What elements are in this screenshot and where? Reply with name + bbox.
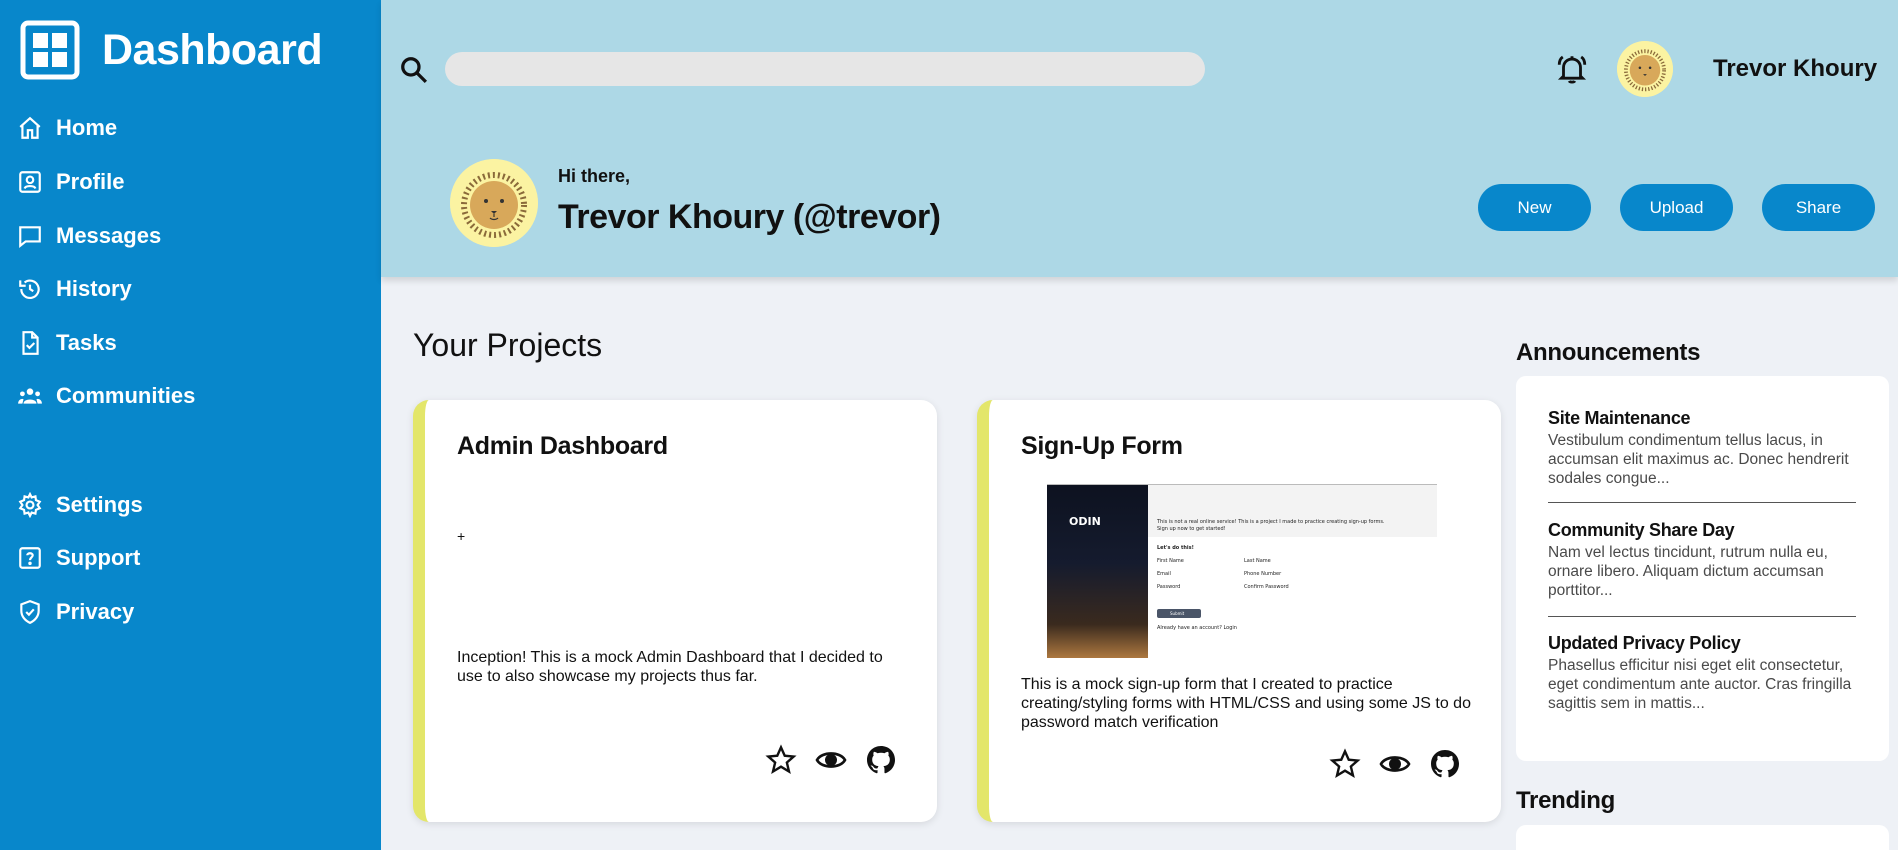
divider xyxy=(1548,616,1856,617)
star-icon[interactable] xyxy=(1329,748,1361,780)
header: Trevor Khoury Hi there, Trevor Khoury (@… xyxy=(381,0,1898,277)
thumbnail-submit: Submit xyxy=(1157,609,1201,618)
announcement-body: Vestibulum condimentum tellus lacus, in … xyxy=(1548,432,1849,487)
trending-title: Trending xyxy=(1516,787,1615,814)
sidebar: Dashboard Home Profile Messages History … xyxy=(0,0,381,850)
tasks-icon xyxy=(16,329,44,357)
eye-icon[interactable] xyxy=(1379,748,1411,780)
thumbnail-logo: ODIN xyxy=(1069,515,1101,528)
upload-button[interactable]: Upload xyxy=(1620,184,1733,231)
sidebar-item-label: Communities xyxy=(56,383,196,408)
announcement-item[interactable]: Updated Privacy Policy Phasellus efficit… xyxy=(1548,633,1856,713)
trending-panel xyxy=(1516,825,1889,850)
thumbnail-intro: This is not a real online service! This … xyxy=(1157,519,1385,525)
sidebar-item-support[interactable]: Support xyxy=(16,538,140,578)
messages-icon xyxy=(16,222,44,250)
announcement-title: Updated Privacy Policy xyxy=(1548,633,1741,653)
greeting: Hi there, xyxy=(558,166,631,186)
settings-icon xyxy=(16,491,44,519)
thumbnail-field: Phone Number xyxy=(1244,571,1282,577)
sidebar-item-profile[interactable]: Profile xyxy=(16,162,124,202)
announcement-item[interactable]: Community Share Day Nam vel lectus tinci… xyxy=(1548,520,1856,600)
sidebar-item-label: History xyxy=(56,276,132,301)
announcement-title: Community Share Day xyxy=(1548,520,1735,540)
sidebar-item-privacy[interactable]: Privacy xyxy=(16,592,134,632)
star-icon[interactable] xyxy=(765,744,797,776)
search-icon[interactable] xyxy=(399,55,429,85)
announcement-item[interactable]: Site Maintenance Vestibulum condimentum … xyxy=(1548,408,1856,488)
new-button[interactable]: New xyxy=(1478,184,1591,231)
support-icon xyxy=(16,544,44,572)
project-title: Admin Dashboard xyxy=(457,432,668,460)
project-thumbnail[interactable]: ODIN This is not a real online service! … xyxy=(1047,484,1437,658)
project-title: Sign-Up Form xyxy=(1021,432,1183,460)
project-card: Admin Dashboard + Inception! This is a m… xyxy=(413,400,937,822)
github-icon[interactable] xyxy=(1429,748,1461,780)
history-icon xyxy=(16,275,44,303)
search-input[interactable] xyxy=(445,52,1205,86)
lion-avatar-icon xyxy=(1617,41,1673,97)
avatar[interactable] xyxy=(1617,41,1673,97)
user-name[interactable]: Trevor Khoury xyxy=(1713,55,1877,83)
home-icon xyxy=(16,114,44,142)
announcement-title: Site Maintenance xyxy=(1548,408,1691,428)
dashboard-logo-icon xyxy=(20,20,80,80)
sidebar-item-home[interactable]: Home xyxy=(16,108,117,148)
profile-icon xyxy=(16,168,44,196)
communities-icon xyxy=(16,382,44,410)
sidebar-item-label: Messages xyxy=(56,223,162,248)
sidebar-item-label: Profile xyxy=(56,169,125,194)
thumbnail-submit-label: Submit xyxy=(1170,611,1185,616)
lion-avatar-icon xyxy=(450,159,538,247)
thumbnail-field: Password xyxy=(1157,584,1181,590)
sidebar-item-label: Home xyxy=(56,115,118,140)
announcements-title: Announcements xyxy=(1516,339,1701,366)
brand-title: Dashboard xyxy=(102,25,323,74)
profile-avatar xyxy=(450,159,538,247)
sidebar-item-history[interactable]: History xyxy=(16,269,132,309)
thumbnail-field: First Name xyxy=(1157,558,1184,564)
announcement-body: Phasellus efficitur nisi eget elit conse… xyxy=(1548,657,1852,712)
eye-icon[interactable] xyxy=(815,744,847,776)
share-button[interactable]: Share xyxy=(1762,184,1875,231)
privacy-icon xyxy=(16,598,44,626)
full-name: Trevor Khoury (@trevor) xyxy=(558,198,941,236)
sidebar-item-label: Privacy xyxy=(56,599,135,624)
sidebar-item-label: Support xyxy=(56,545,141,570)
project-description: This is a mock sign-up form that I creat… xyxy=(1021,676,1471,731)
github-icon[interactable] xyxy=(865,744,897,776)
sidebar-item-tasks[interactable]: Tasks xyxy=(16,323,117,363)
project-actions xyxy=(765,744,897,776)
divider xyxy=(1548,502,1856,503)
thumbnail-field: Confirm Password xyxy=(1244,584,1289,590)
project-thumbnail-placeholder: + xyxy=(457,528,466,544)
thumbnail-field: Last Name xyxy=(1244,558,1271,564)
announcements-panel: Site Maintenance Vestibulum condimentum … xyxy=(1516,376,1889,761)
sidebar-item-label: Settings xyxy=(56,492,143,517)
thumbnail-cta: Sign up now to get started! xyxy=(1157,526,1226,532)
project-description: Inception! This is a mock Admin Dashboar… xyxy=(457,649,883,685)
thumbnail-field: Email xyxy=(1157,571,1171,577)
sidebar-item-communities[interactable]: Communities xyxy=(16,376,195,416)
thumbnail-heading: Let's do this! xyxy=(1157,545,1194,551)
sidebar-item-label: Tasks xyxy=(56,330,117,355)
sidebar-item-settings[interactable]: Settings xyxy=(16,485,143,525)
thumbnail-footer: Already have an account? Login xyxy=(1157,625,1237,631)
project-card: Sign-Up Form ODIN This is not a real onl… xyxy=(977,400,1501,822)
thumbnail-sidebar-image: ODIN xyxy=(1047,485,1148,658)
brand[interactable]: Dashboard xyxy=(20,20,323,80)
announcement-body: Nam vel lectus tincidunt, rutrum nulla e… xyxy=(1548,544,1828,599)
projects-title: Your Projects xyxy=(413,327,603,363)
sidebar-item-messages[interactable]: Messages xyxy=(16,216,161,256)
bell-icon[interactable] xyxy=(1555,52,1589,86)
project-actions xyxy=(1329,748,1461,780)
